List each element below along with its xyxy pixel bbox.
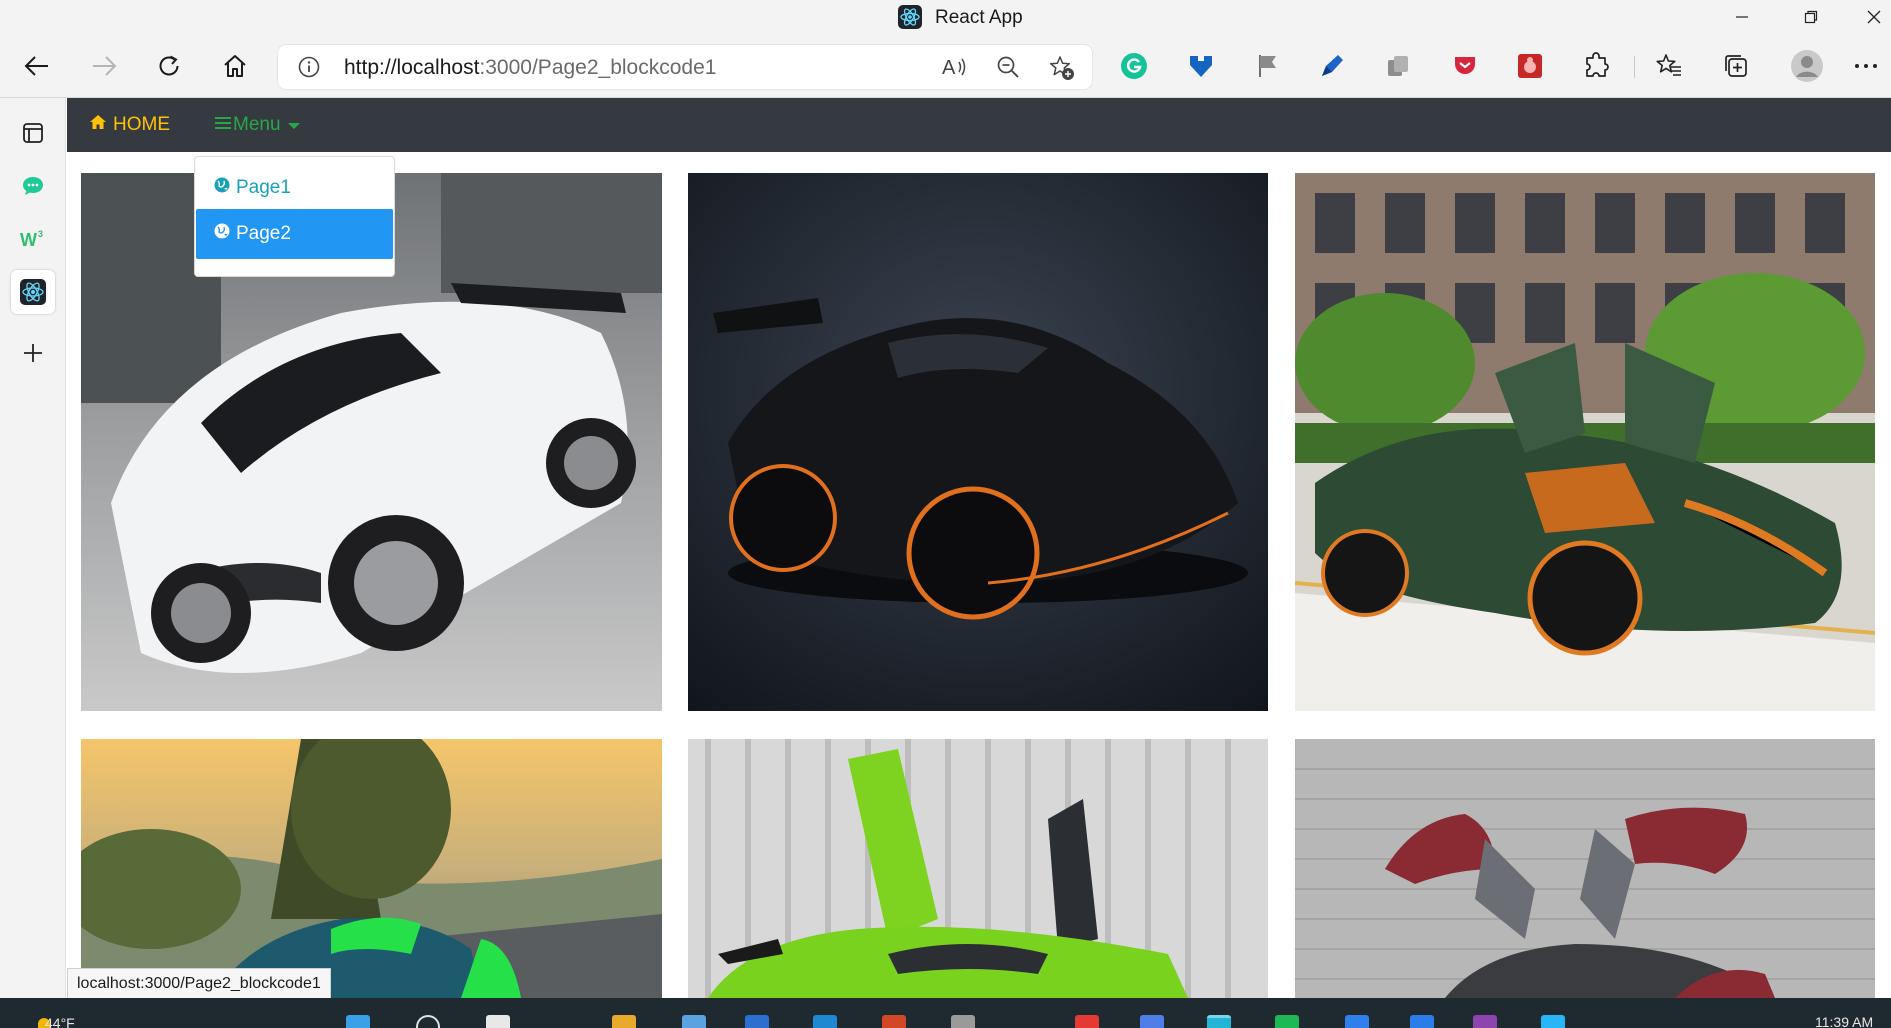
app-icon[interactable] bbox=[813, 1015, 837, 1028]
minimize-icon[interactable] bbox=[1713, 0, 1771, 34]
browser-toolbar: http://localhost:3000/Page2_blockcode1 A bbox=[0, 34, 1891, 98]
link-preview-text: localhost:3000/Page2_blockcode1 bbox=[77, 974, 321, 992]
dropdown-item-label: Page1 bbox=[236, 177, 291, 198]
red-gullwing-car-photo[interactable] bbox=[1295, 739, 1875, 998]
extensions-icon[interactable] bbox=[1582, 51, 1612, 81]
start-icon[interactable] bbox=[346, 1015, 370, 1028]
forward-icon[interactable] bbox=[84, 46, 124, 86]
home-icon bbox=[89, 114, 107, 136]
copy-icon[interactable] bbox=[1383, 51, 1413, 81]
restore-icon[interactable] bbox=[1782, 0, 1840, 34]
file-explorer-icon[interactable] bbox=[612, 1015, 636, 1028]
green-hypercar-road-photo[interactable] bbox=[81, 739, 662, 998]
flag-icon[interactable] bbox=[1253, 51, 1283, 81]
app-icon[interactable] bbox=[882, 1015, 906, 1028]
grammarly-icon[interactable] bbox=[1119, 51, 1149, 81]
dropdown-item-label: Page2 bbox=[236, 223, 291, 244]
globe-icon bbox=[214, 223, 230, 245]
bug-icon[interactable] bbox=[1515, 51, 1545, 81]
browser-sidebar: W3 bbox=[0, 98, 66, 998]
home-icon[interactable] bbox=[215, 46, 255, 86]
home-link[interactable]: HOME bbox=[89, 114, 170, 136]
window-title: React App bbox=[935, 7, 1023, 28]
svg-text:A: A bbox=[942, 57, 956, 79]
extension-shield-icon[interactable] bbox=[1186, 51, 1216, 81]
edge-browser-icon[interactable] bbox=[1207, 1015, 1231, 1028]
app-icon[interactable] bbox=[1345, 1015, 1369, 1028]
black-mclaren-photo[interactable] bbox=[688, 173, 1268, 711]
address-bar[interactable]: http://localhost:3000/Page2_blockcode1 A bbox=[278, 45, 1092, 89]
taskbar: 44°F 11:39 AM bbox=[0, 998, 1891, 1028]
chat-icon[interactable] bbox=[11, 164, 55, 208]
back-icon[interactable] bbox=[17, 46, 57, 86]
url-text[interactable]: http://localhost:3000/Page2_blockcode1 bbox=[344, 56, 716, 80]
weather-text: 44°F bbox=[45, 1015, 75, 1028]
link-preview: localhost:3000/Page2_blockcode1 bbox=[67, 968, 331, 998]
svg-text:W: W bbox=[20, 230, 37, 249]
add-icon[interactable] bbox=[11, 331, 55, 375]
dropdown-item-page2[interactable]: Page2 bbox=[196, 209, 393, 259]
svg-text:3: 3 bbox=[38, 229, 43, 239]
clock-time: 11:39 AM bbox=[1815, 1014, 1874, 1028]
react-app-icon[interactable] bbox=[11, 270, 55, 314]
collections-icon[interactable] bbox=[1721, 51, 1751, 81]
title-bar: React App bbox=[0, 0, 1891, 34]
app-icon[interactable] bbox=[951, 1015, 975, 1028]
green-pagani-photo[interactable] bbox=[1295, 173, 1875, 711]
w3-icon[interactable]: W3 bbox=[11, 217, 55, 261]
favorites-icon[interactable] bbox=[1654, 51, 1684, 81]
hamburger-icon bbox=[215, 114, 231, 136]
app-icon[interactable] bbox=[745, 1015, 769, 1028]
search-icon[interactable] bbox=[416, 1015, 440, 1028]
site-info-icon[interactable] bbox=[298, 56, 320, 83]
app-icon[interactable] bbox=[682, 1015, 706, 1028]
refresh-icon[interactable] bbox=[149, 46, 189, 86]
close-icon[interactable] bbox=[1845, 0, 1891, 34]
caret-down-icon bbox=[287, 123, 300, 129]
tab-actions-icon[interactable] bbox=[11, 111, 55, 155]
top-navbar: HOME Menu bbox=[67, 98, 1891, 152]
app-icon[interactable] bbox=[1275, 1015, 1299, 1028]
url-host: http://localhost bbox=[344, 56, 480, 79]
pocket-icon[interactable] bbox=[1450, 51, 1480, 81]
browser-window: React App http://localhost:3000/Page2_bl… bbox=[0, 0, 1891, 1028]
app-icon[interactable] bbox=[1473, 1015, 1497, 1028]
react-app-icon bbox=[898, 5, 922, 29]
home-label: HOME bbox=[113, 114, 170, 135]
lime-lamborghini-photo[interactable] bbox=[688, 739, 1268, 998]
url-path: :3000/Page2_blockcode1 bbox=[479, 56, 717, 79]
more-icon[interactable] bbox=[1851, 51, 1881, 81]
read-aloud-icon[interactable]: A bbox=[942, 55, 968, 84]
globe-icon bbox=[214, 177, 230, 199]
pen-icon[interactable] bbox=[1317, 51, 1347, 81]
task-view-icon[interactable] bbox=[486, 1015, 510, 1028]
app-icon[interactable] bbox=[1410, 1015, 1434, 1028]
page-content: HOME Menu Page1 Page2 bbox=[67, 98, 1891, 998]
add-favorite-icon[interactable] bbox=[1048, 54, 1076, 87]
app-icon[interactable] bbox=[1075, 1015, 1099, 1028]
app-icon[interactable] bbox=[1541, 1015, 1565, 1028]
menu-toggle[interactable]: Menu bbox=[215, 114, 300, 136]
dropdown-item-page1[interactable]: Page1 bbox=[196, 163, 393, 213]
app-icon[interactable] bbox=[1140, 1015, 1164, 1028]
profile-avatar[interactable] bbox=[1789, 48, 1825, 84]
nav-dropdown-menu: Page1 Page2 bbox=[194, 156, 395, 277]
toolbar-divider bbox=[1634, 56, 1635, 78]
menu-label: Menu bbox=[233, 114, 281, 135]
zoom-out-icon[interactable] bbox=[996, 55, 1020, 84]
